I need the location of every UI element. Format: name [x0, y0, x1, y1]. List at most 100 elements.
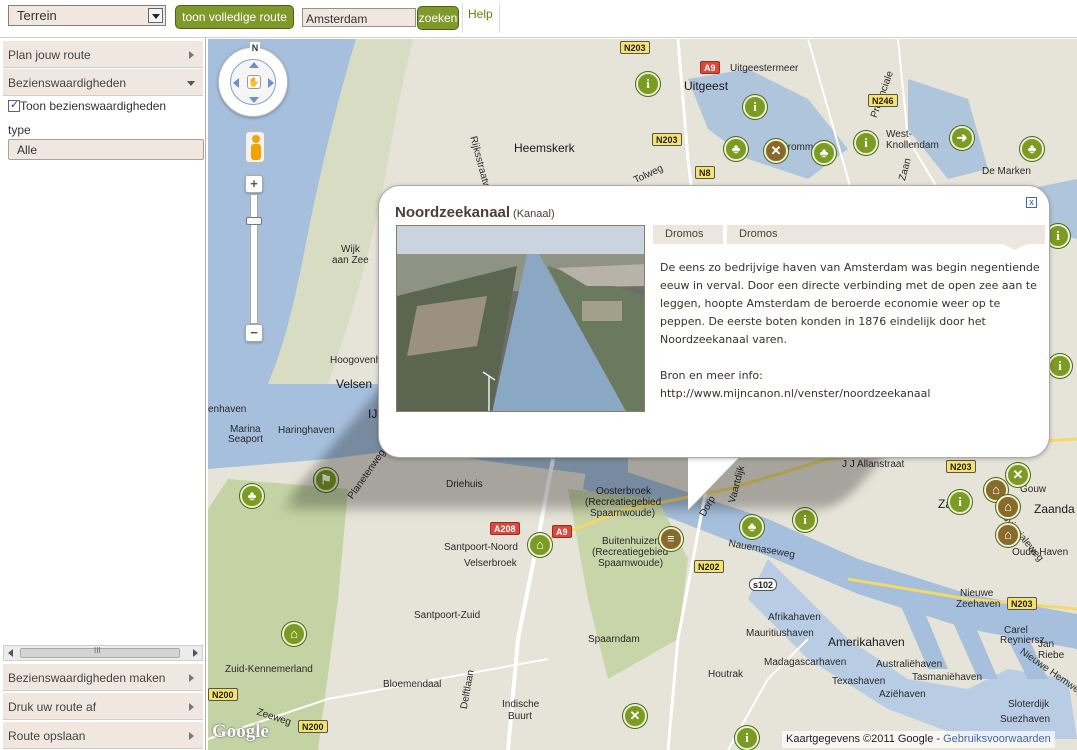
poi-dome-icon[interactable]: ⌂: [528, 533, 552, 557]
info-category: (Kanaal): [513, 208, 555, 220]
place-label: Suezhaven: [1000, 714, 1051, 725]
place-label: Amerikahaven: [828, 635, 905, 649]
canal-photo-image: [397, 226, 644, 411]
poi-dome-icon[interactable]: ⌂: [282, 622, 306, 646]
tab-pointer: [1003, 244, 1027, 250]
road-shield: N202: [694, 560, 724, 573]
street-view-pegman-icon[interactable]: [245, 131, 265, 163]
poi-tree-icon[interactable]: ♣: [1020, 137, 1044, 161]
full-route-button[interactable]: toon volledige route: [175, 5, 294, 29]
scroll-left-icon[interactable]: [8, 649, 13, 657]
place-label: Zuid-Kennemerland: [225, 664, 313, 675]
place-label: Buurt: [508, 711, 532, 722]
poi-info-icon[interactable]: i: [854, 131, 878, 155]
info-source-url[interactable]: http://www.mijncanon.nl/venster/noordzee…: [660, 385, 1045, 403]
place-label: Aziëhaven: [879, 689, 926, 700]
scroll-right-icon[interactable]: [193, 649, 198, 657]
poi-tree-icon[interactable]: ♣: [724, 137, 748, 161]
pan-right-icon[interactable]: [268, 78, 274, 88]
chevron-down-icon[interactable]: [148, 8, 163, 23]
type-label: type: [8, 123, 31, 137]
pan-down-icon[interactable]: [249, 97, 259, 103]
sidebar-item-make-sights[interactable]: Bezienswaardigheden maken: [3, 664, 203, 691]
chevron-right-icon: [189, 51, 194, 59]
poi-info-icon[interactable]: i: [948, 490, 972, 514]
zoom-slider-track[interactable]: [250, 194, 258, 324]
scrollbar-thumb[interactable]: III: [20, 646, 180, 658]
sidebar-item-sights[interactable]: Bezienswaardigheden: [3, 69, 203, 96]
place-label: Uitgeestermeer: [730, 63, 799, 74]
road-shield: s102: [749, 578, 778, 591]
place-label: Bloemendaal: [383, 679, 442, 690]
poi-info-icon[interactable]: i: [636, 72, 660, 96]
show-sights-checkbox-row[interactable]: Toon bezienswaardigheden: [8, 98, 166, 113]
sidebar: Plan jouw route Bezienswaardigheden Toon…: [0, 38, 206, 750]
zoom-slider-thumb[interactable]: [246, 217, 262, 225]
place-label: Buitenhuizen: [602, 536, 660, 547]
place-label: Velsen: [336, 377, 373, 391]
poi-arrow-icon[interactable]: ➜: [950, 126, 974, 150]
place-label: Santpoort-Zuid: [414, 610, 481, 621]
info-window: Noordzeekanaal(Kanaal) x Dromos Dromos: [378, 185, 1050, 458]
place-label: Spaarnwoude): [598, 558, 664, 569]
map[interactable]: Uitgeestermeer Uitgeest Heemskerk Kromme…: [208, 39, 1077, 750]
sidebar-item-print-route[interactable]: Druk uw route af: [3, 693, 203, 720]
place-label: Spaarnwoude): [590, 508, 656, 519]
place-label: Spaarndam: [588, 634, 640, 645]
poi-info-icon[interactable]: i: [1048, 354, 1072, 378]
place-label: Knollendam: [886, 140, 939, 151]
place-label: Nieuwe: [960, 588, 994, 599]
poi-tree-icon[interactable]: ♣: [812, 141, 836, 165]
road-shield: N200: [298, 720, 328, 733]
search-input[interactable]: [302, 8, 416, 27]
road-shield: N203: [1007, 597, 1037, 610]
hand-icon[interactable]: ✋: [247, 75, 261, 89]
scrollbar-grip: III: [94, 646, 101, 655]
poi-windmill-icon[interactable]: ✕: [1006, 463, 1030, 487]
poi-building-icon[interactable]: ⌂: [996, 523, 1020, 547]
toolbar-divider: [499, 3, 500, 33]
chevron-right-icon: [189, 703, 194, 711]
road-shield: A9: [700, 61, 720, 74]
place-label: Madagascarhaven: [764, 657, 847, 668]
poi-building-icon[interactable]: ⌂: [996, 495, 1020, 519]
road-shield: N246: [868, 94, 898, 107]
search-button[interactable]: zoeken: [417, 6, 459, 30]
place-label: Santpoort-Noord: [444, 542, 518, 553]
show-sights-checkbox[interactable]: [8, 98, 20, 112]
pan-left-icon[interactable]: [233, 78, 239, 88]
place-label: Uitgeest: [684, 79, 729, 93]
place-label: Wijk: [341, 244, 360, 255]
poi-canal-icon[interactable]: ≡: [659, 527, 683, 551]
zoom-out-button[interactable]: −: [245, 324, 263, 342]
pan-up-icon[interactable]: [249, 62, 259, 68]
map-type-select[interactable]: Terrein: [8, 5, 166, 26]
road-shield: A208: [490, 522, 520, 535]
type-select[interactable]: Alle: [8, 139, 204, 160]
pan-control[interactable]: N ✋: [218, 42, 288, 117]
info-description: De eens zo bedrijvige haven van Amsterda…: [660, 261, 1040, 346]
sidebar-item-save-route[interactable]: Route opslaan: [3, 722, 203, 749]
poi-info-icon[interactable]: i: [743, 95, 767, 119]
sidebar-item-label: Bezienswaardigheden maken: [8, 671, 166, 685]
tab-dromos-1[interactable]: Dromos: [653, 225, 723, 244]
place-label: Mauritiushaven: [746, 628, 814, 639]
tab-dromos-2[interactable]: Dromos: [727, 225, 1045, 244]
sidebar-item-plan-route[interactable]: Plan jouw route: [3, 41, 203, 68]
poi-info-icon[interactable]: i: [793, 508, 817, 532]
info-tabs: Dromos Dromos: [653, 225, 1045, 250]
place-label: Gouw: [1020, 484, 1047, 495]
horizontal-scrollbar[interactable]: III: [3, 645, 203, 661]
google-logo[interactable]: Google: [212, 721, 269, 743]
zoom-in-button[interactable]: +: [245, 175, 263, 193]
poi-windmill-icon[interactable]: ✕: [764, 139, 788, 163]
place-label: Indische: [502, 699, 540, 710]
sidebar-item-label: Plan jouw route: [8, 48, 91, 62]
terms-link[interactable]: Gebruiksvoorwaarden: [943, 733, 1051, 745]
close-icon[interactable]: x: [1026, 197, 1037, 208]
poi-windmill-icon[interactable]: ✕: [623, 704, 647, 728]
poi-tree-icon[interactable]: ♣: [240, 484, 264, 508]
help-link[interactable]: Help: [468, 7, 493, 21]
chevron-right-icon: [189, 732, 194, 740]
poi-info-icon[interactable]: i: [735, 726, 759, 750]
